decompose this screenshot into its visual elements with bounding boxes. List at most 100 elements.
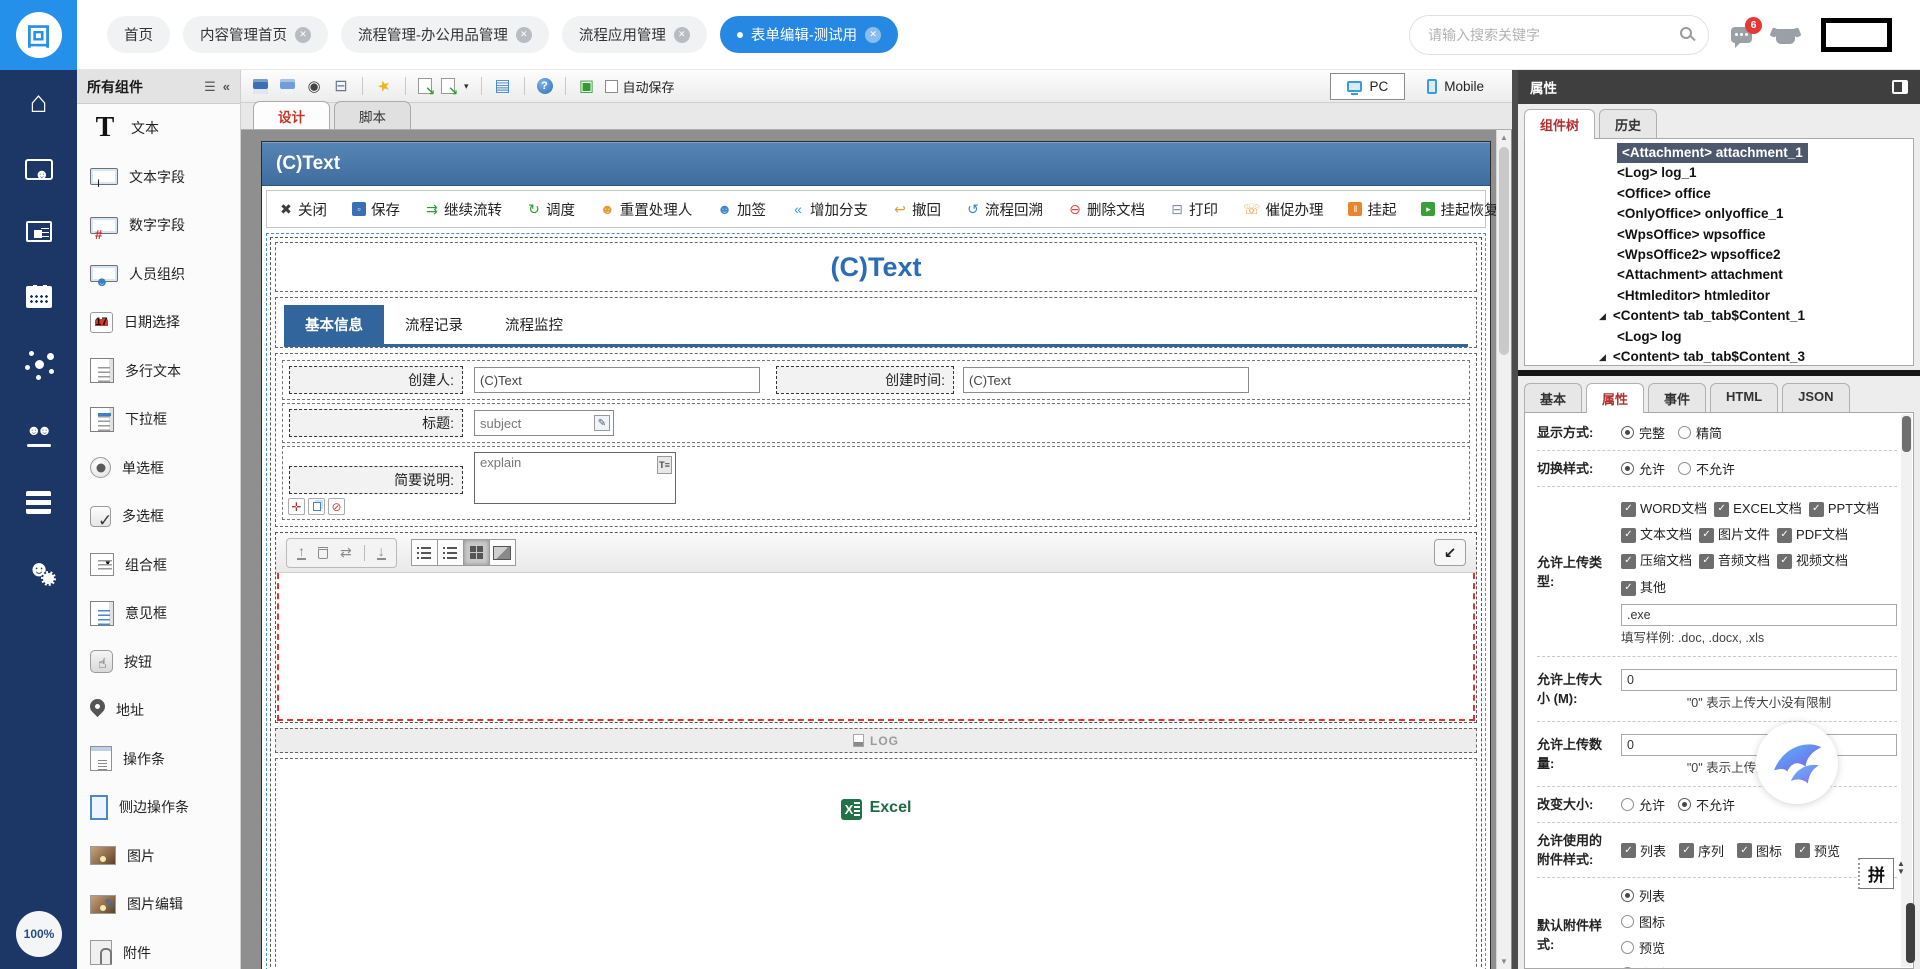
close-icon[interactable]: ✕: [865, 26, 882, 43]
trash-icon[interactable]: [318, 546, 328, 559]
radio-option[interactable]: 不允许: [1678, 795, 1735, 814]
tab-基本[interactable]: 基本: [1524, 383, 1583, 412]
tree-node[interactable]: <Log> log: [1525, 327, 1913, 347]
component-textfield[interactable]: 文本字段: [77, 153, 240, 202]
attachment-drop-area[interactable]: [277, 573, 1475, 721]
tab-HTML[interactable]: HTML: [1710, 383, 1779, 412]
radio-icon[interactable]: [1621, 941, 1634, 954]
help-icon[interactable]: [536, 78, 553, 94]
collapse-panel-icon[interactable]: «: [223, 79, 230, 95]
checkbox-option[interactable]: ✓ 预览: [1795, 841, 1840, 860]
toolbar-add-branch-button[interactable]: « 增加分支: [791, 199, 868, 220]
canvas-scrollbar[interactable]: ▲ ▼: [1496, 130, 1511, 969]
menu-icon[interactable]: ☰: [204, 79, 216, 95]
layers-icon[interactable]: [578, 77, 596, 95]
replace-icon[interactable]: [340, 544, 352, 561]
checkbox-checked-icon[interactable]: ✓: [1777, 527, 1793, 543]
component-checkbox[interactable]: 多选框: [77, 492, 240, 541]
ime-arrows-icon[interactable]: ▲ ▼: [1897, 860, 1905, 876]
home-icon[interactable]: [24, 88, 54, 118]
zoom-level-badge[interactable]: 100%: [16, 911, 62, 957]
component-image[interactable]: 图片: [77, 832, 240, 881]
design-canvas[interactable]: (C)Text ✖ 关闭 ▫ 保存 ⇉ 继续流转 ↻ 调度 ☻ 重置处理人 ☻ 加签 «增加分支 ↩ 撤回 ↺…: [241, 130, 1512, 969]
panel-splitter-horizontal[interactable]: [1518, 370, 1920, 376]
radio-selected-icon[interactable]: [1621, 462, 1634, 475]
form-tab-基本信息[interactable]: 基本信息: [284, 305, 384, 344]
grid-view-icon[interactable]: [462, 539, 490, 566]
autosave-toggle[interactable]: 自动保存: [604, 77, 675, 96]
checkbox-option[interactable]: ✓ 图片文件: [1699, 523, 1770, 547]
close-icon[interactable]: ✕: [295, 26, 311, 43]
toolbar-flow-backtrack-button[interactable]: ↺ 流程回溯: [966, 199, 1043, 220]
checkbox-option[interactable]: ✓ PDF文档: [1777, 523, 1848, 547]
ime-pinyin-button[interactable]: 拼: [1858, 858, 1894, 889]
radio-option[interactable]: 序列: [1621, 964, 1665, 968]
expand-triangle-icon[interactable]: ◢: [1599, 347, 1606, 365]
radio-option[interactable]: 允许: [1621, 459, 1665, 478]
checkbox-checked-icon[interactable]: ✓: [1621, 580, 1636, 596]
tree-node[interactable]: <WpsOffice2> wpsoffice2: [1525, 245, 1913, 265]
checkbox-checked-icon[interactable]: ✓: [1621, 527, 1636, 543]
radio-option[interactable]: 预览: [1621, 938, 1665, 957]
radio-option[interactable]: 完整: [1621, 423, 1665, 442]
subject-input[interactable]: [474, 410, 614, 436]
scroll-up-icon[interactable]: ▲: [1497, 130, 1511, 145]
search-input[interactable]: [1410, 15, 1708, 54]
import-icon[interactable]: [418, 78, 435, 98]
radio-option[interactable]: 列表: [1621, 886, 1665, 905]
component-address[interactable]: 地址: [77, 686, 240, 735]
radio-selected-icon[interactable]: [1621, 889, 1634, 902]
checkbox-checked-icon[interactable]: ✓: [1679, 842, 1695, 858]
panel-toggle-icon[interactable]: [1892, 80, 1908, 94]
toolbar-print-button[interactable]: ⊟ 打印: [1170, 199, 1218, 220]
toolbar-dispatch-button[interactable]: ↻ 调度: [527, 199, 575, 220]
radio-icon[interactable]: [1621, 798, 1634, 811]
radio-option[interactable]: 精简: [1678, 423, 1722, 442]
tab-属性[interactable]: 属性: [1586, 383, 1645, 413]
pc-device-button[interactable]: PC: [1330, 72, 1406, 100]
tree-node[interactable]: ◢ <Content> tab_tab$Content_1: [1525, 306, 1913, 326]
tab-script[interactable]: 脚本: [334, 101, 411, 129]
radio-icon[interactable]: [1678, 426, 1692, 439]
seq-view-icon[interactable]: [436, 539, 464, 566]
checkbox-option[interactable]: ✓ 序列: [1679, 841, 1724, 860]
radio-option[interactable]: 允许: [1621, 795, 1665, 814]
checkbox-option[interactable]: ✓ 图标: [1737, 841, 1782, 860]
preview-icon[interactable]: [305, 77, 323, 95]
properties-scrollbar-thumb[interactable]: [1902, 416, 1911, 452]
calendar-icon[interactable]: [25, 285, 52, 308]
component-actionbar[interactable]: 操作条: [77, 735, 240, 784]
checkbox-checked-icon[interactable]: ✓: [1699, 553, 1715, 569]
toolbar-withdraw-button[interactable]: ↩ 撤回: [893, 199, 941, 220]
radio-icon[interactable]: [1678, 462, 1692, 475]
toolbar-suspend-button[interactable]: ‖ 挂起: [1348, 199, 1396, 220]
checkbox-checked-icon[interactable]: ✓: [1777, 553, 1793, 569]
list-view-icon[interactable]: [410, 539, 438, 566]
radio-selected-icon[interactable]: [1621, 426, 1634, 439]
component-opinion[interactable]: 意见框: [77, 589, 240, 638]
checkbox-option[interactable]: ✓ EXCEL文档: [1714, 497, 1802, 521]
user-monitor-icon[interactable]: [24, 159, 53, 182]
wand-icon[interactable]: [373, 75, 396, 98]
download-icon[interactable]: [376, 545, 386, 560]
nav-tab-4[interactable]: 流程应用管理 ✕: [561, 16, 707, 53]
component-attachment[interactable]: 附件: [77, 929, 240, 969]
form-tab-流程记录[interactable]: 流程记录: [384, 305, 484, 344]
autosave-checkbox[interactable]: [604, 79, 618, 93]
component-radio[interactable]: 单选框: [77, 444, 240, 493]
property-input[interactable]: [1621, 669, 1897, 691]
checkbox-option[interactable]: ✓ 列表: [1621, 841, 1666, 860]
form-heading-section[interactable]: (C)Text: [275, 242, 1477, 292]
checkbox-checked-icon[interactable]: ✓: [1714, 501, 1730, 517]
radio-icon[interactable]: [1621, 915, 1634, 928]
text-editor-icon[interactable]: T≡: [657, 456, 672, 474]
radio-option[interactable]: 不允许: [1678, 459, 1735, 478]
search-box[interactable]: [1409, 14, 1709, 55]
component-dropdown[interactable]: 下拉框: [77, 395, 240, 444]
tree-node[interactable]: <Log> log_1: [1525, 163, 1913, 183]
tree-node[interactable]: <Htmleditor> htmleditor: [1525, 286, 1913, 306]
messages-button[interactable]: 6: [1731, 16, 1762, 48]
tree-node[interactable]: <Office> office: [1525, 184, 1913, 204]
component-numberfield[interactable]: 数字字段: [77, 201, 240, 250]
close-icon[interactable]: ✕: [515, 26, 532, 43]
